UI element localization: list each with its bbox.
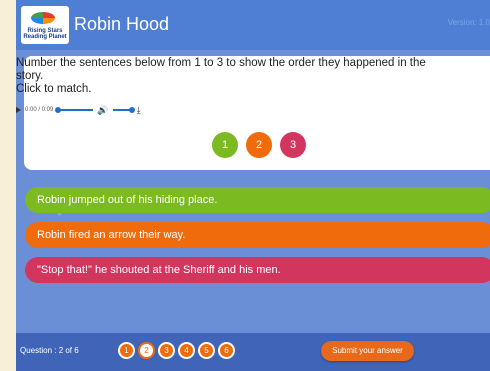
number-1-button[interactable]: 1 [212,132,238,158]
header: Rising Stars Reading Planet Robin Hood V… [16,0,490,50]
instruction-line-3: Click to match. [16,83,92,95]
instruction-line-1: Number the sentences below from 1 to 3 t… [16,57,426,69]
submit-answer-button[interactable]: Submit your answer [321,341,414,361]
sentence-option-1[interactable]: Robin jumped out of his hiding place. [25,187,490,213]
question-counter: Question : 2 of 6 [20,346,79,355]
number-3-button[interactable]: 3 [280,132,306,158]
volume-slider[interactable] [112,107,135,113]
sentence-option-2[interactable]: Robin fired an arrow their way. [25,222,490,248]
instruction-line-2: story. [16,70,44,82]
logo: Rising Stars Reading Planet [21,6,69,44]
volume-icon[interactable]: 🔊 [97,105,108,116]
sentence-option-3[interactable]: "Stop that!" he shouted at the Sheriff a… [25,257,490,283]
footer-bar: Question : 2 of 6 1 2 3 4 5 6 Submit you… [16,333,490,371]
question-6-button[interactable]: 6 [218,342,235,359]
question-4-button[interactable]: 4 [178,342,195,359]
question-navigation: 1 2 3 4 5 6 [118,342,235,359]
question-1-button[interactable]: 1 [118,342,135,359]
question-3-button[interactable]: 3 [158,342,175,359]
number-options: 1 2 3 [212,132,306,158]
instruction-text: Number the sentences below from 1 to 3 t… [16,57,456,96]
play-icon[interactable] [16,107,21,113]
audio-player: 0:00 / 0:09 🔊 ⤓ [16,104,176,116]
logo-text: Rising Stars Reading Planet [23,28,67,40]
download-icon[interactable]: ⤓ [137,105,141,116]
app-frame: Rising Stars Reading Planet Robin Hood V… [16,0,490,371]
version-label: Version: 1.0 [447,18,490,27]
question-5-button[interactable]: 5 [198,342,215,359]
audio-time: 0:00 / 0:09 [25,107,54,113]
question-2-button[interactable]: 2 [138,342,155,359]
page-title: Robin Hood [74,14,170,34]
logo-icon [31,12,55,24]
audio-seek-slider[interactable] [55,107,94,113]
number-2-button[interactable]: 2 [246,132,272,158]
